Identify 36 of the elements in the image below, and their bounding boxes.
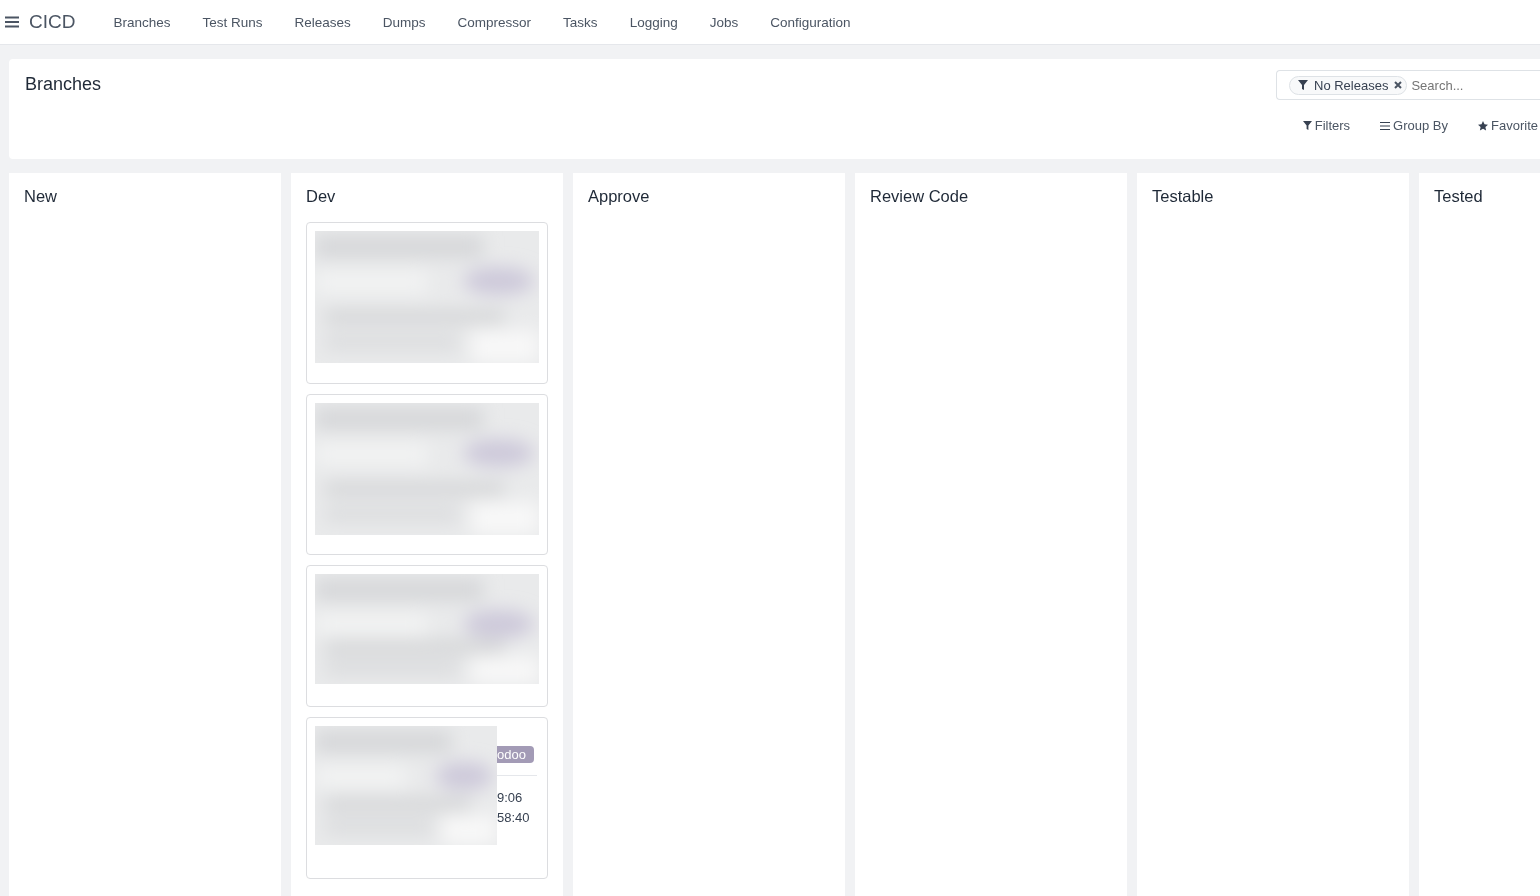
column-title: Testable (1152, 187, 1215, 206)
column-title: Approve (588, 187, 651, 206)
column-title: Review Code (870, 187, 970, 206)
tag: odoo (497, 746, 534, 763)
toolbar-button[interactable]: Group By (1380, 118, 1449, 133)
filter-icon (1298, 80, 1308, 90)
toolbar-button[interactable]: Favorite (1478, 118, 1538, 133)
page-title: Branches (25, 74, 102, 96)
date-text: 9:06 (497, 789, 524, 807)
menu-item[interactable]: Branches (97, 14, 187, 30)
list-icon (1380, 121, 1391, 130)
star-icon (1478, 120, 1489, 131)
menu-item[interactable]: Tasks (547, 14, 614, 30)
app-title[interactable]: CICD (29, 11, 76, 33)
column-title: Tested (1434, 187, 1484, 206)
menu-item[interactable]: Logging (613, 14, 694, 30)
menu-icon[interactable] (5, 16, 19, 28)
facet-label: No Releases (1314, 77, 1389, 93)
menu-item[interactable]: Releases (278, 14, 367, 30)
menu-item[interactable]: Configuration (754, 14, 867, 30)
column-title: Dev (306, 187, 337, 206)
kanban-card[interactable] (306, 394, 548, 555)
column-title: New (24, 187, 58, 206)
kanban-card[interactable]: odoo 9:06 58:40 (306, 717, 548, 879)
close-icon[interactable] (1394, 81, 1403, 89)
toolbar-button[interactable]: Filters (1302, 118, 1351, 133)
kanban-card[interactable] (306, 565, 548, 707)
menu-item[interactable]: Jobs (693, 14, 755, 30)
menu-item[interactable]: Test Runs (186, 14, 279, 30)
filter-icon (1302, 121, 1312, 130)
search-field[interactable]: No Releases Search... (1276, 70, 1540, 100)
kanban-card[interactable] (306, 222, 548, 384)
menu-item[interactable]: Dumps (366, 14, 442, 30)
menu-item[interactable]: Compressor (441, 14, 548, 30)
filter-facet[interactable]: No Releases (1289, 75, 1408, 95)
date-text: 58:40 (497, 809, 531, 827)
